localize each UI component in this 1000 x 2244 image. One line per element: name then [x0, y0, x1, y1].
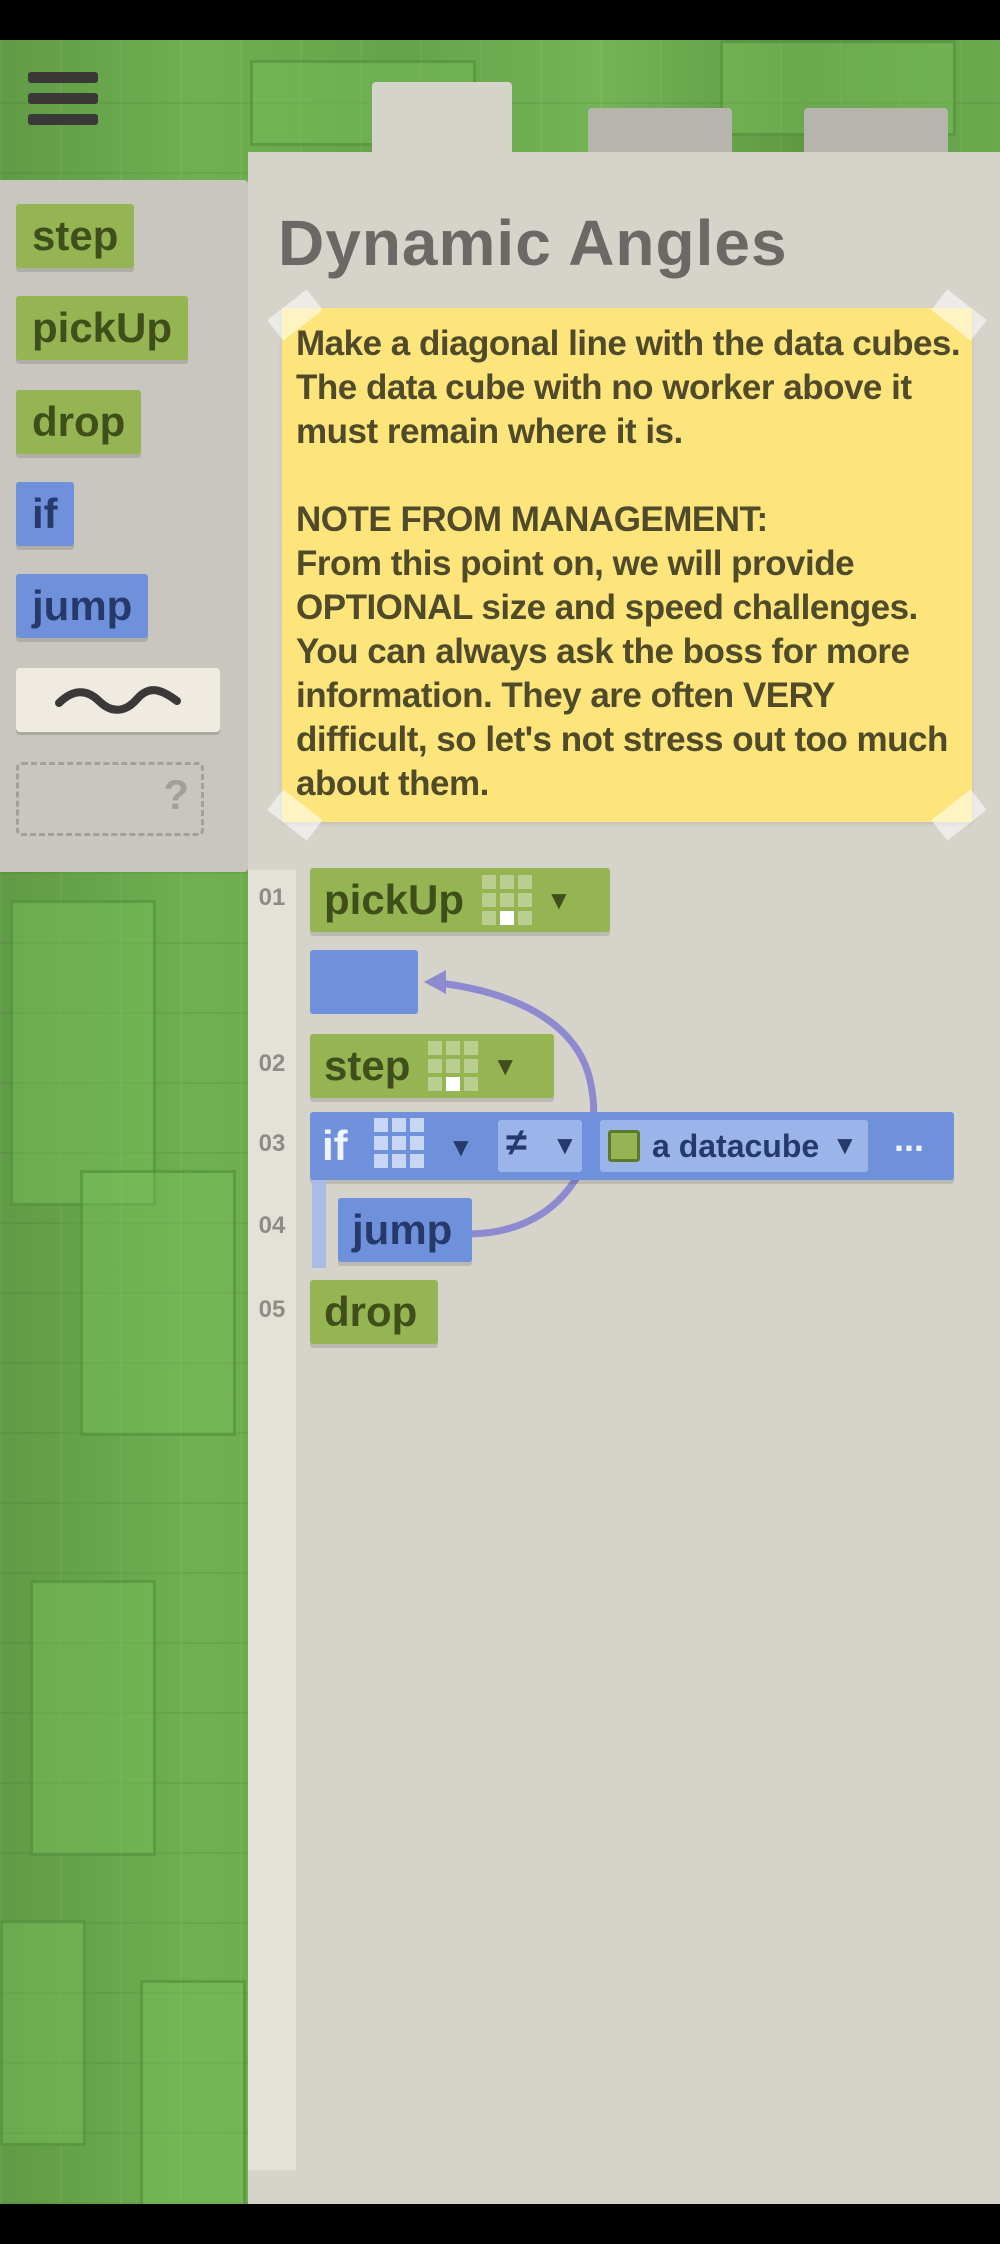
code-step-block[interactable]: step ▼	[310, 1034, 554, 1098]
caret-down-icon[interactable]: ▼	[492, 1034, 518, 1098]
direction-grid-icon[interactable]	[428, 1041, 479, 1091]
navigation-bar	[0, 2204, 1000, 2244]
direction-grid-icon[interactable]	[374, 1118, 424, 1168]
value-label: a datacube	[652, 1128, 820, 1164]
code-if-label: if	[322, 1122, 348, 1169]
more-options-button[interactable]: ...	[894, 1118, 924, 1160]
code-jump-block[interactable]: jump	[338, 1198, 472, 1262]
code-drop-label: drop	[324, 1288, 418, 1335]
operator-label: ≠	[506, 1122, 527, 1164]
operator-dropdown[interactable]: ≠ ▼	[498, 1120, 582, 1172]
code-step-label: step	[324, 1042, 411, 1089]
code-if-block[interactable]: if ▼ ≠ ▼ a datacube ▼ ...	[310, 1112, 954, 1180]
value-dropdown[interactable]: a datacube ▼	[600, 1120, 868, 1172]
if-body-bracket	[312, 1180, 326, 1268]
caret-down-icon: ▼	[552, 1130, 578, 1160]
caret-down-icon[interactable]: ▼	[448, 1132, 474, 1163]
code-drop-block[interactable]: drop	[310, 1280, 438, 1344]
datacube-icon	[608, 1130, 640, 1162]
code-jump-label: jump	[352, 1206, 453, 1253]
caret-down-icon: ▼	[832, 1130, 858, 1160]
